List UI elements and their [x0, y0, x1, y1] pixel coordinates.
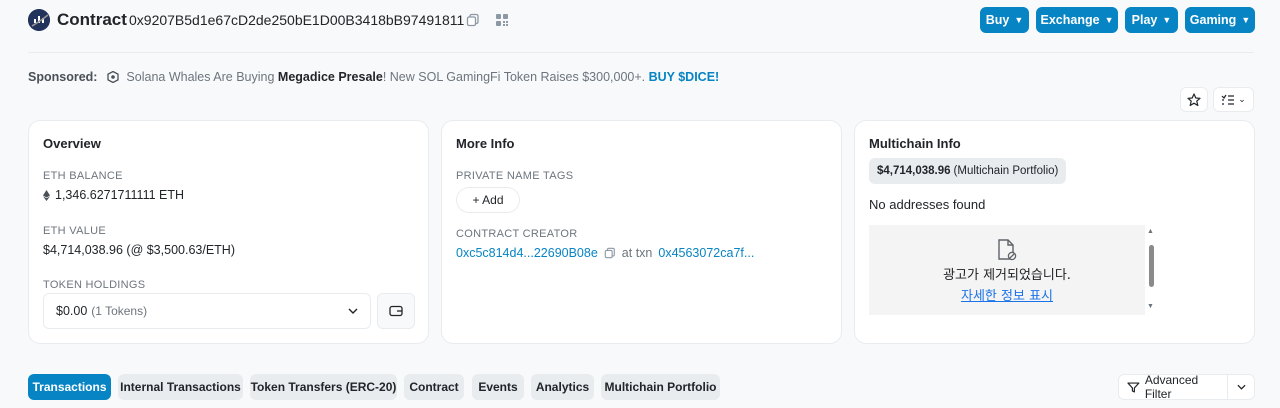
- multichain-info-title: Multichain Info: [869, 136, 961, 151]
- wallet-icon: [389, 305, 403, 317]
- eth-balance-value: 1,346.6271711111 ETH: [43, 187, 184, 203]
- contract-creator-label: CONTRACT CREATOR: [456, 228, 578, 240]
- token-holdings-select[interactable]: $0.00 (1 Tokens): [43, 293, 371, 329]
- chevron-down-icon: ▼: [1014, 15, 1024, 25]
- ethereum-icon: [43, 189, 50, 201]
- token-holdings-label: TOKEN HOLDINGS: [43, 279, 146, 291]
- header-divider: [28, 52, 1254, 53]
- chevron-down-icon: ⌄: [1238, 94, 1246, 104]
- eth-value-label: ETH VALUE: [43, 225, 107, 237]
- eth-balance-label: ETH BALANCE: [43, 170, 123, 182]
- contract-creator-row: 0xc5c814d4...22690B08e at txn 0x4563072c…: [456, 245, 755, 261]
- tab-contract[interactable]: Contract: [404, 374, 464, 400]
- chevron-down-icon: [348, 306, 358, 317]
- overview-card: Overview ETH BALANCE 1,346.6271711111 ET…: [28, 120, 429, 344]
- advanced-filter-button[interactable]: Advanced Filter: [1118, 373, 1255, 401]
- qr-code-icon[interactable]: [495, 13, 509, 27]
- multichain-info-card: Multichain Info $4,714,038.96 (Multichai…: [854, 120, 1255, 344]
- scroll-up-icon[interactable]: ▲: [1147, 228, 1154, 235]
- more-info-title: More Info: [456, 136, 515, 151]
- ad-removed-text: 광고가 제거되었습니다.: [943, 268, 1071, 283]
- ad-scrollbar-thumb[interactable]: [1149, 245, 1154, 287]
- sponsored-cta-link[interactable]: BUY $DICE!: [649, 70, 720, 84]
- private-name-tags-label: PRIVATE NAME TAGS: [456, 170, 574, 182]
- chevron-down-icon: ▼: [1241, 15, 1251, 25]
- scroll-down-icon[interactable]: ▼: [1147, 303, 1154, 310]
- advanced-filter-label[interactable]: Advanced Filter: [1119, 373, 1227, 401]
- sponsor-icon: [107, 70, 119, 88]
- exchange-button[interactable]: Exchange ▼: [1036, 7, 1118, 33]
- page-title: Contract: [57, 10, 127, 29]
- chevron-down-icon[interactable]: [1228, 384, 1254, 390]
- copy-icon[interactable]: [604, 247, 616, 259]
- star-icon: [1187, 92, 1201, 106]
- contract-address: 0x9207B5d1e67cD2de250bE1D00B3418bB974918…: [129, 12, 465, 28]
- no-addresses-text: No addresses found: [869, 197, 986, 212]
- copy-icon[interactable]: [466, 13, 480, 27]
- play-button[interactable]: Play ▼: [1125, 7, 1178, 33]
- tab-events[interactable]: Events: [472, 374, 524, 400]
- gaming-button[interactable]: Gaming ▼: [1185, 7, 1255, 33]
- list-options-button[interactable]: ⌄: [1213, 87, 1254, 112]
- wallet-button[interactable]: [377, 293, 415, 329]
- sponsored-banner: Sponsored: Solana Whales Are Buying Mega…: [28, 68, 719, 88]
- etherscan-logo-icon[interactable]: [28, 9, 50, 31]
- eth-value-value: $4,714,038.96 (@ $3,500.63/ETH): [43, 243, 235, 257]
- tab-token-transfers[interactable]: Token Transfers (ERC-20): [250, 374, 397, 400]
- tab-multichain-portfolio[interactable]: Multichain Portfolio: [601, 374, 720, 400]
- ad-removed-box: 광고가 제거되었습니다. 자세한 정보 표시: [869, 225, 1145, 315]
- list-filter-icon: [1221, 94, 1235, 105]
- favorite-button[interactable]: [1180, 87, 1208, 112]
- creator-address-link[interactable]: 0xc5c814d4...22690B08e: [456, 245, 598, 261]
- multichain-portfolio-badge[interactable]: $4,714,038.96 (Multichain Portfolio): [869, 158, 1067, 184]
- chevron-down-icon: ▼: [1104, 15, 1114, 25]
- add-name-tag-button[interactable]: + Add: [456, 187, 520, 213]
- filter-icon: [1127, 381, 1140, 393]
- more-info-card: More Info PRIVATE NAME TAGS + Add CONTRA…: [441, 120, 842, 344]
- tab-internal-transactions[interactable]: Internal Transactions: [118, 374, 243, 400]
- ad-removed-icon: [997, 239, 1017, 266]
- overview-title: Overview: [43, 136, 101, 151]
- tab-transactions[interactable]: Transactions: [28, 374, 111, 400]
- creation-txn-link[interactable]: 0x4563072ca7f...: [658, 245, 754, 261]
- buy-button[interactable]: Buy ▼: [980, 7, 1029, 33]
- ad-details-link[interactable]: 자세한 정보 표시: [869, 285, 1145, 304]
- chevron-down-icon: ▼: [1162, 15, 1172, 25]
- tab-analytics[interactable]: Analytics: [531, 374, 594, 400]
